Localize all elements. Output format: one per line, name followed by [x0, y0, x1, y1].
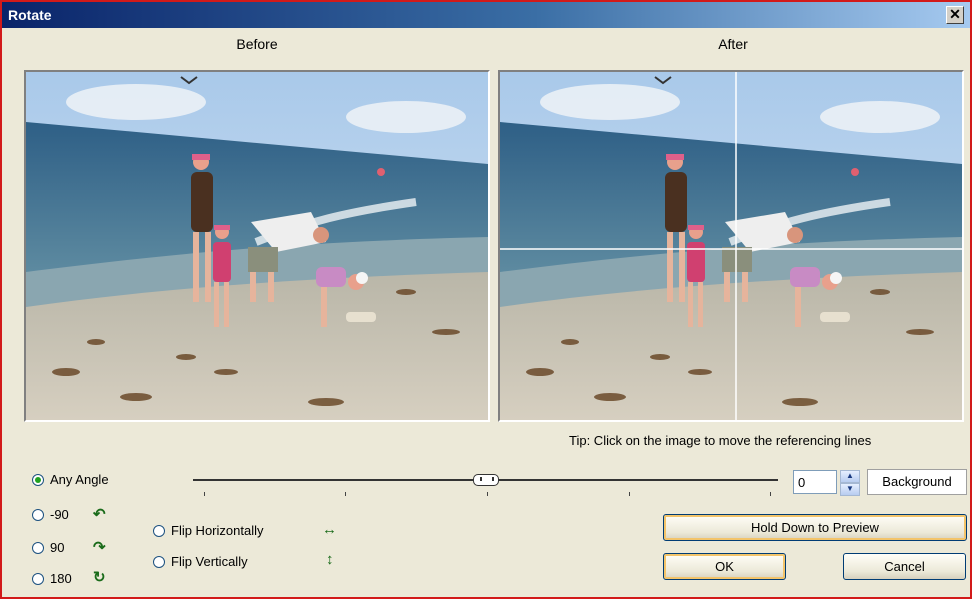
- ok-button[interactable]: OK: [663, 553, 786, 580]
- flip-horizontal-icon: ↔: [322, 521, 337, 538]
- flip-vertical-icon: ↕: [326, 551, 334, 568]
- rotate-ccw-icon: ↶: [93, 506, 106, 523]
- before-label: Before: [236, 36, 278, 52]
- plus90-label: 90: [50, 540, 65, 555]
- minus90-radio[interactable]: -90: [32, 507, 69, 522]
- slider-tick: [204, 492, 205, 496]
- hold-to-preview-button[interactable]: Hold Down to Preview: [663, 514, 967, 541]
- spin-up-icon[interactable]: ▲: [840, 470, 860, 483]
- rotate-cw-icon: ↷: [93, 539, 106, 556]
- minus90-label: -90: [50, 507, 69, 522]
- slider-tick: [345, 492, 346, 496]
- radio-dot: [32, 508, 44, 521]
- radio-dot: [153, 524, 165, 537]
- radio-dot: [32, 473, 44, 486]
- before-image[interactable]: [24, 70, 490, 422]
- radio-dot: [32, 541, 44, 554]
- tip-text: Tip: Click on the image to move the refe…: [569, 433, 872, 448]
- window-title: Rotate: [8, 7, 52, 23]
- r180-radio[interactable]: 180: [32, 571, 72, 586]
- flip-horizontally-label: Flip Horizontally: [171, 523, 264, 538]
- slider-tick: [770, 492, 771, 496]
- radio-dot: [32, 572, 44, 585]
- close-button[interactable]: ✕: [946, 6, 964, 24]
- after-image[interactable]: [498, 70, 964, 422]
- any-angle-radio[interactable]: Any Angle: [32, 472, 109, 487]
- spin-down-icon[interactable]: ▼: [840, 483, 860, 496]
- flip-vertically-radio[interactable]: Flip Vertically: [153, 554, 248, 569]
- title-bar[interactable]: Rotate ✕: [2, 2, 970, 28]
- angle-spinner[interactable]: ▲ ▼: [840, 470, 860, 496]
- flip-vertically-label: Flip Vertically: [171, 554, 248, 569]
- after-label: After: [718, 36, 748, 52]
- flip-horizontally-radio[interactable]: Flip Horizontally: [153, 523, 263, 538]
- plus90-radio[interactable]: 90: [32, 540, 64, 555]
- slider-tick: [629, 492, 630, 496]
- r180-label: 180: [50, 571, 72, 586]
- angle-slider-thumb[interactable]: [473, 474, 499, 486]
- background-button[interactable]: Background: [867, 469, 967, 495]
- rotate-dialog: Rotate ✕ Before After Tip: Click on the …: [0, 0, 972, 599]
- radio-dot: [153, 555, 165, 568]
- slider-tick: [487, 492, 488, 496]
- rotate-180-icon: ↻: [93, 569, 106, 586]
- angle-input[interactable]: 0: [793, 470, 837, 494]
- any-angle-label: Any Angle: [50, 472, 109, 487]
- cancel-button[interactable]: Cancel: [843, 553, 966, 580]
